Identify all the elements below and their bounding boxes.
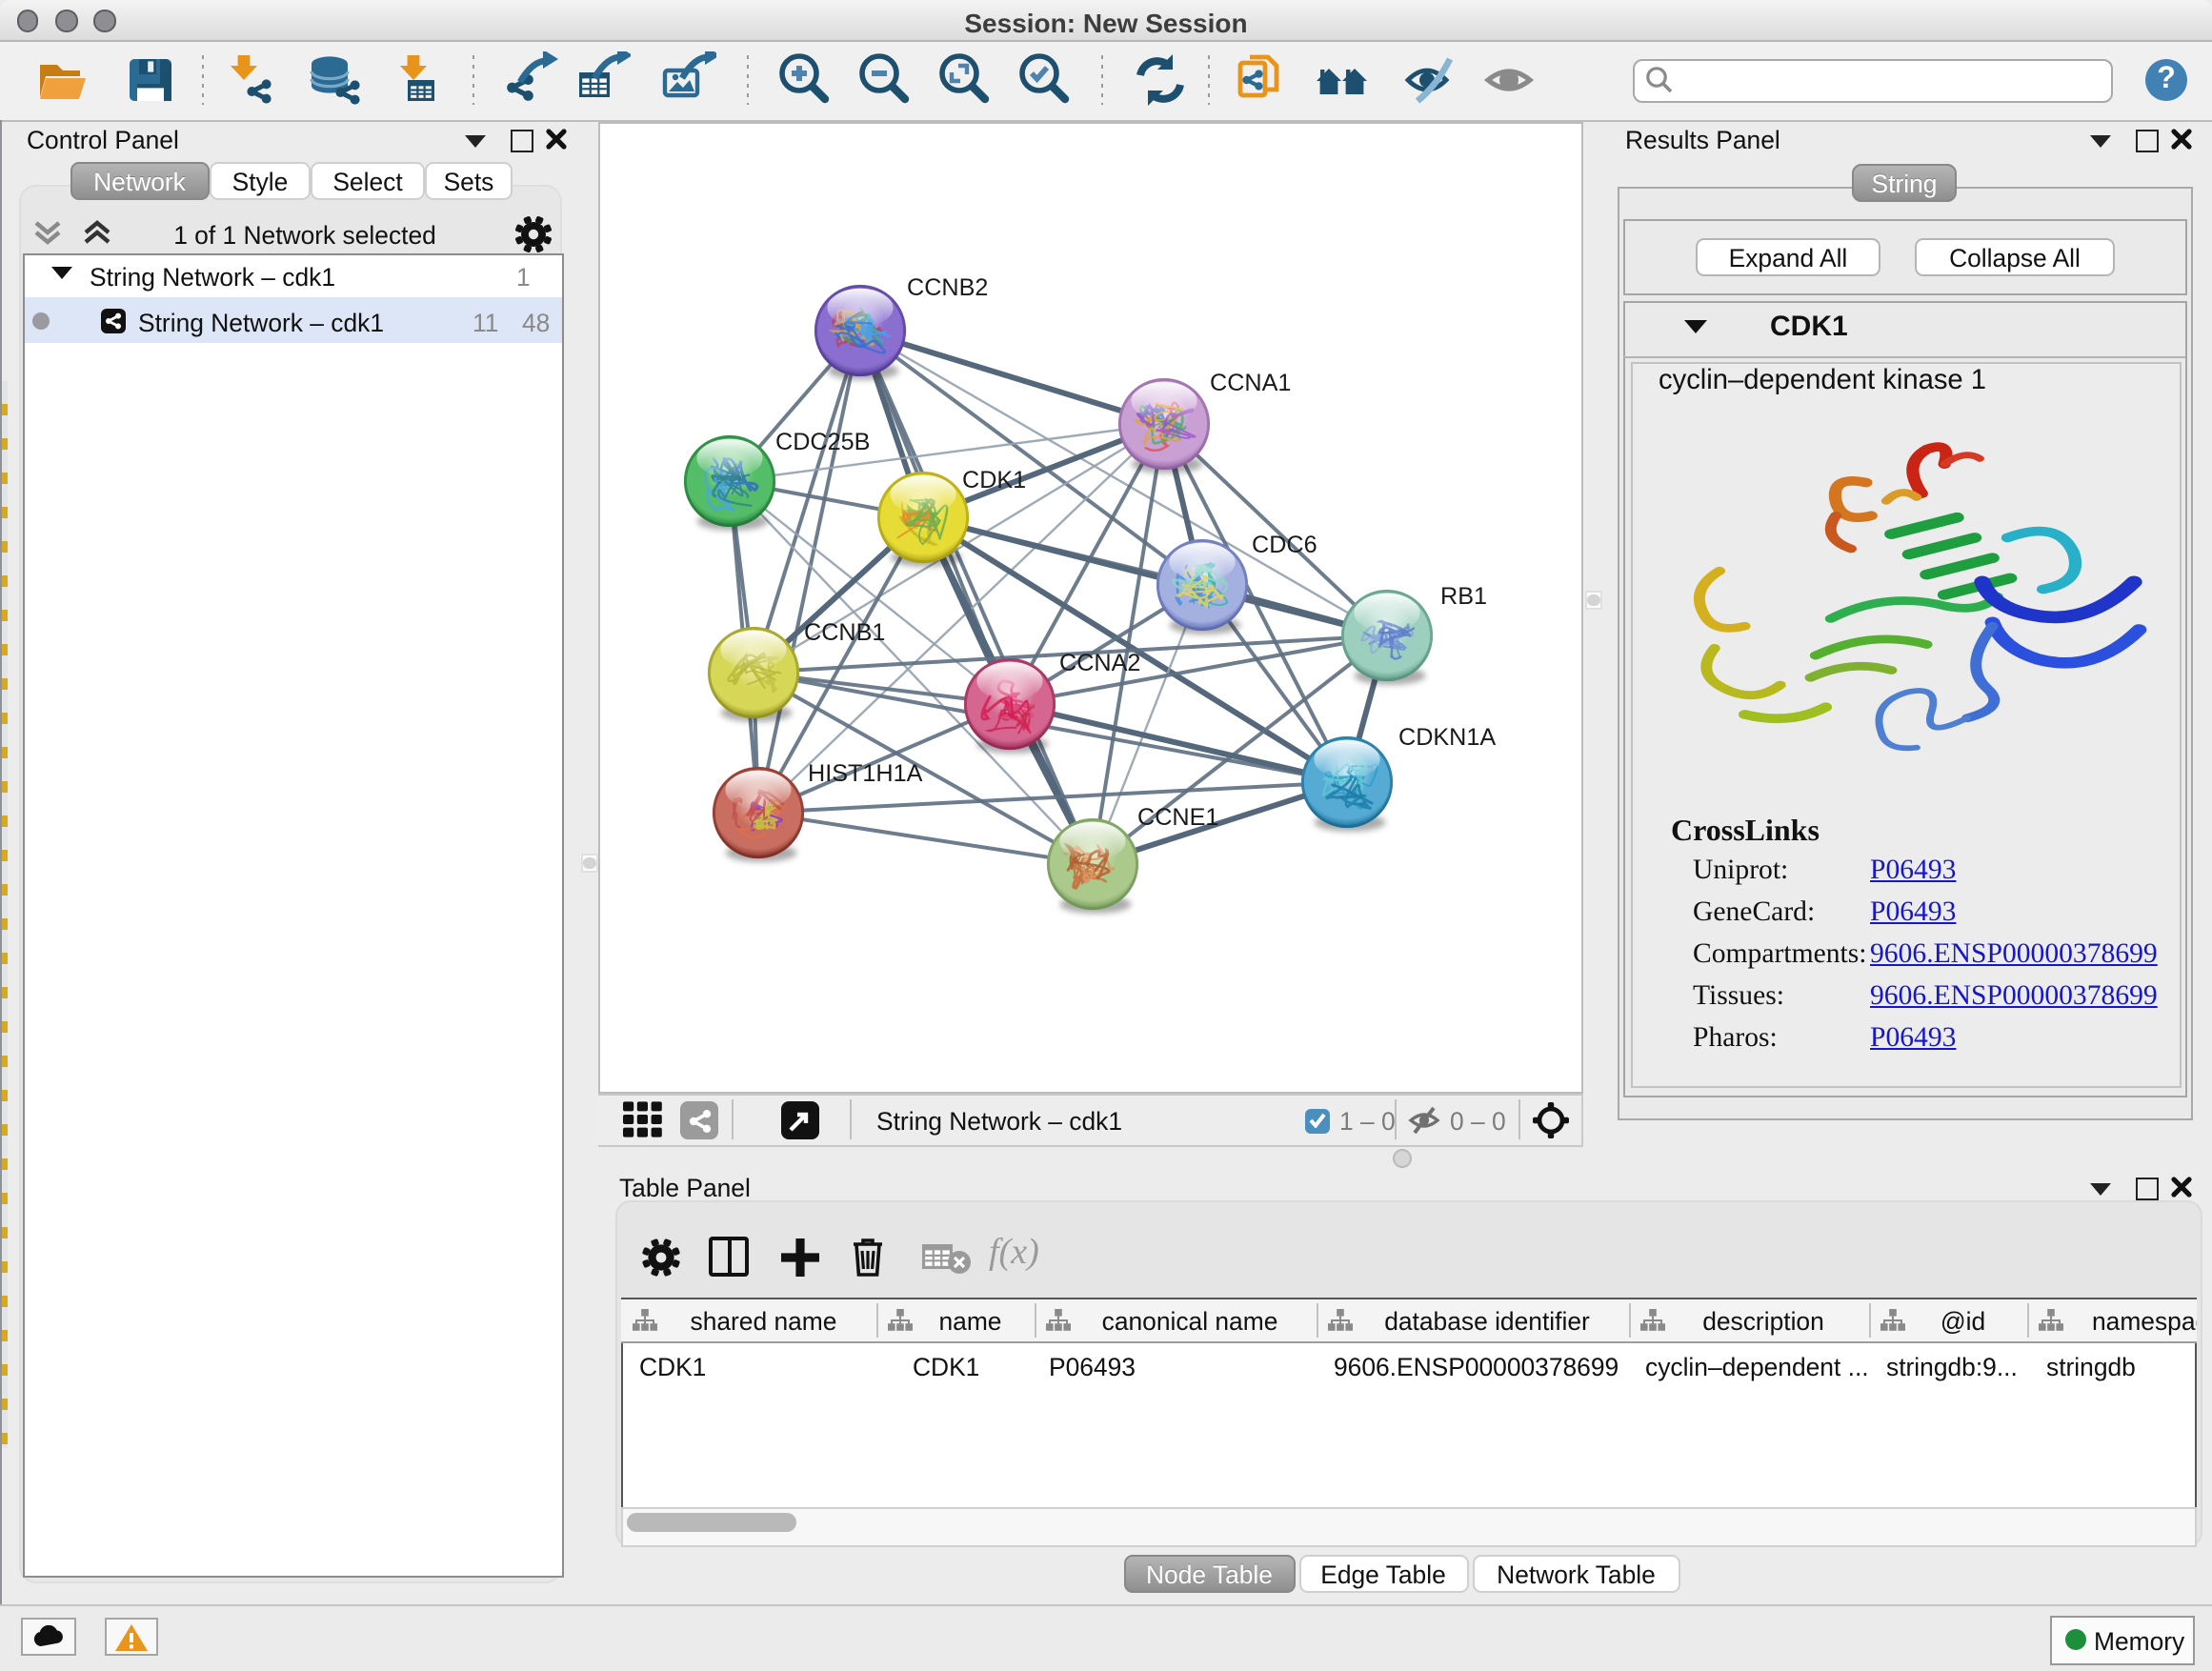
svg-text:CCNB1: CCNB1 (804, 618, 885, 645)
svg-text:CDC6: CDC6 (1252, 531, 1317, 557)
svg-text:CCNA2: CCNA2 (1059, 649, 1140, 675)
svg-text:CDKN1A: CDKN1A (1398, 723, 1496, 750)
svg-text:HIST1H1A: HIST1H1A (808, 759, 923, 786)
svg-text:RB1: RB1 (1440, 582, 1487, 609)
svg-text:CCNB2: CCNB2 (907, 273, 988, 300)
svg-text:CCNA1: CCNA1 (1210, 369, 1291, 395)
svg-text:CDK1: CDK1 (962, 466, 1026, 493)
svg-text:CDC25B: CDC25B (775, 428, 870, 454)
svg-text:CCNE1: CCNE1 (1137, 803, 1218, 830)
